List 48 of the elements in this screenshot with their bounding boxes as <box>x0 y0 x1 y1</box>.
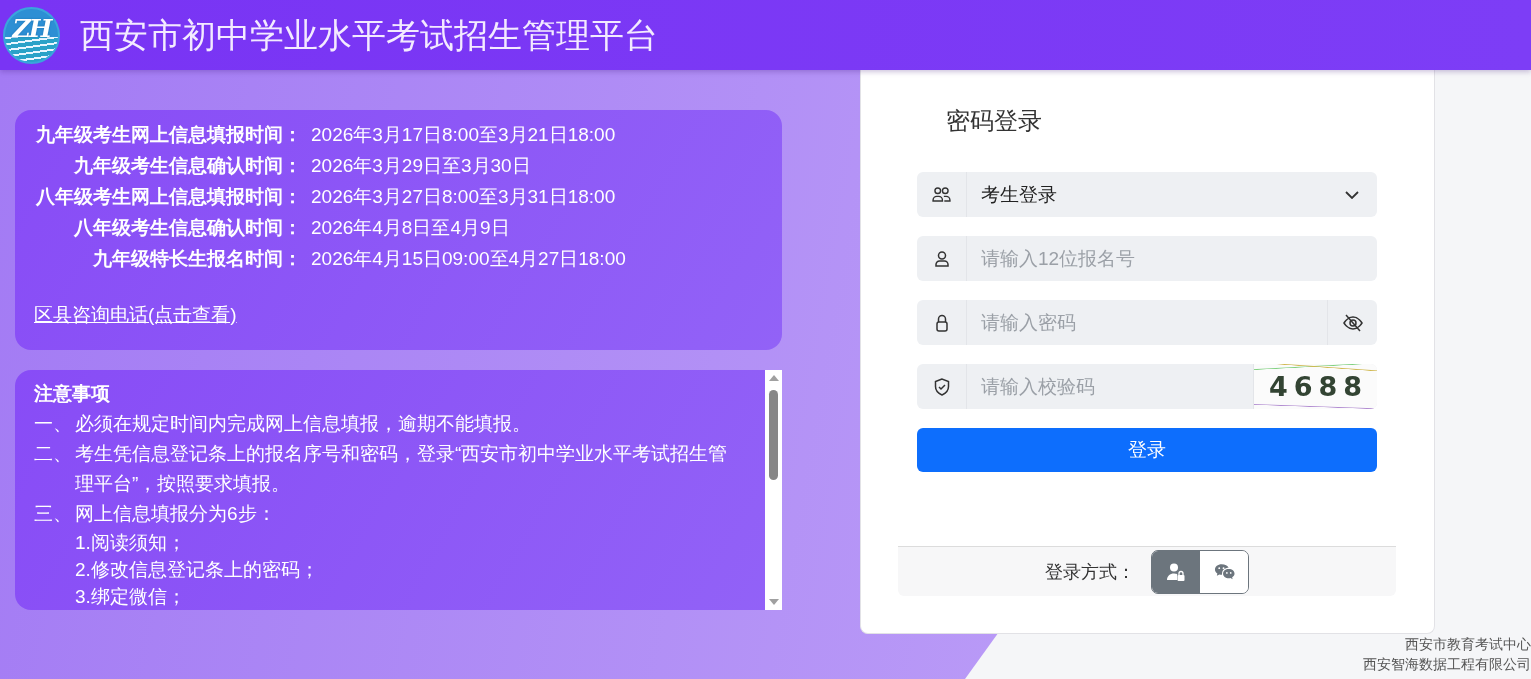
footer-text: 西安智海数据工程有限公司 <box>1363 655 1531 674</box>
chat-bubbles-icon <box>1213 563 1235 580</box>
schedule-label: 八年级考生信息确认时间： <box>74 216 302 240</box>
password-login-button[interactable] <box>1152 550 1200 593</box>
footer-text: 西安市教育考试中心 <box>1405 635 1531 654</box>
captcha-input[interactable]: 请输入校验码 <box>967 364 1253 409</box>
schedule-label: 八年级考生网上信息填报时间： <box>36 185 302 209</box>
login-method-label: 登录方式： <box>1045 560 1135 584</box>
lock-icon <box>935 313 948 332</box>
schedule-value: 2026年3月29日至3月30日 <box>311 154 531 178</box>
schedule-value: 2026年3月27日8:00至3月31日18:00 <box>311 185 616 209</box>
schedule-value: 2026年3月17日8:00至3月21日18:00 <box>311 123 616 147</box>
step-text: 1.阅读须知； <box>75 531 186 555</box>
users-icon <box>932 187 951 202</box>
list-marker: 一、 <box>34 412 73 436</box>
schedule-label: 九年级考生信息确认时间： <box>74 154 302 178</box>
login-button[interactable]: 登录 <box>917 428 1377 472</box>
schedule-value: 2026年4月8日至4月9日 <box>311 216 510 240</box>
user-lock-icon <box>1167 562 1185 581</box>
notice-text: 必须在规定时间内完成网上信息填报，逾期不能填报。 <box>75 412 532 436</box>
notice-text: 考生凭信息登记条上的报名序号和密码，登录“西安市初中学业水平考试招生管理平台”，按照要求填报。 <box>75 442 729 496</box>
chat-login-button[interactable] <box>1200 550 1248 593</box>
scroll-down-icon[interactable] <box>768 599 779 605</box>
logo: ZH <box>3 6 60 64</box>
password-input[interactable]: 请输入密码 <box>967 300 1327 345</box>
user-icon <box>934 250 949 267</box>
schedule-value: 2026年4月15日09:00至4月27日18:00 <box>311 247 626 271</box>
scrollbar-thumb[interactable] <box>769 390 778 480</box>
list-marker: 二、 <box>34 442 73 466</box>
step-text: 2.修改信息登记条上的密码； <box>75 558 319 582</box>
schedule-label: 九年级考生网上信息填报时间： <box>36 123 302 147</box>
login-title: 密码登录 <box>946 106 1042 136</box>
notice-text: 网上信息填报分为6步： <box>75 502 277 526</box>
chevron-down-icon <box>1345 190 1359 199</box>
captcha-field[interactable]: 请输入校验码 4688 <box>917 364 1377 409</box>
scrollbar[interactable] <box>765 370 782 610</box>
scroll-up-icon[interactable] <box>768 375 779 381</box>
shield-check-icon <box>933 377 950 396</box>
captcha-image[interactable]: 4688 <box>1253 364 1377 409</box>
eye-off-icon[interactable] <box>1342 313 1363 332</box>
notices-title: 注意事项 <box>34 382 110 406</box>
list-marker: 三、 <box>34 502 73 526</box>
site-title: 西安市初中学业水平考试招生管理平台 <box>80 15 658 55</box>
phone-link[interactable]: 区县咨询电话(点击查看) <box>34 299 237 330</box>
role-select[interactable]: 考生登录 <box>917 172 1377 217</box>
password-field[interactable]: 请输入密码 <box>917 300 1377 345</box>
step-text: 3.绑定微信； <box>75 585 186 609</box>
schedule-label: 九年级特长生报名时间： <box>93 247 302 271</box>
